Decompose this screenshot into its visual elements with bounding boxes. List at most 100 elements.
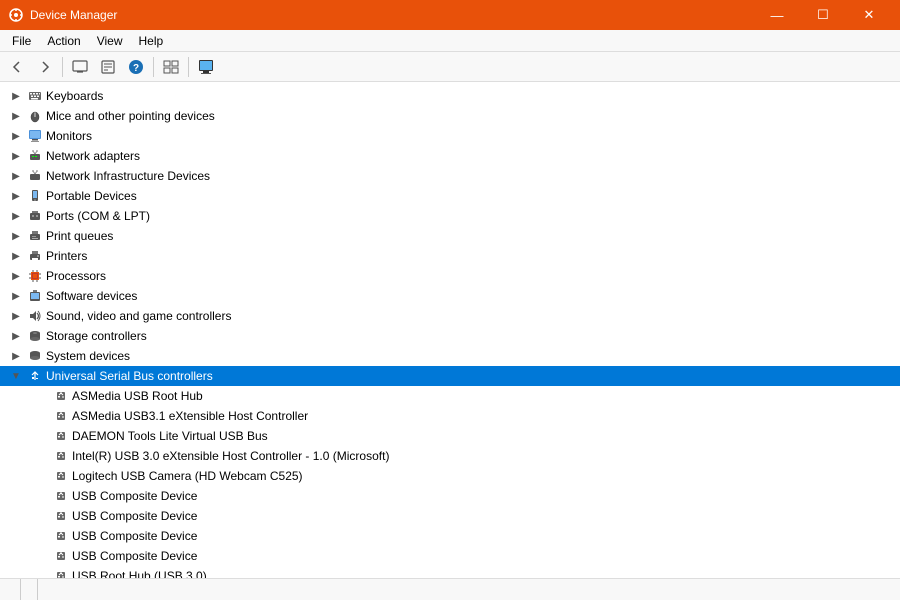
- tree-item-usb-ext[interactable]: ASMedia USB3.1 eXtensible Host Controlle…: [0, 406, 900, 426]
- toolbar: ?: [0, 52, 900, 82]
- expand-icon[interactable]: ▶: [8, 88, 24, 104]
- view-button[interactable]: [158, 55, 184, 79]
- printers-icon: [27, 248, 43, 264]
- tree-item-storage[interactable]: ▶ Storage controllers: [0, 326, 900, 346]
- keyboards-icon: [27, 88, 43, 104]
- ports-icon: [27, 208, 43, 224]
- computer-icon-button[interactable]: [67, 55, 93, 79]
- storage-label: Storage controllers: [46, 329, 147, 343]
- tree-item-portable[interactable]: ▶ Portable Devices: [0, 186, 900, 206]
- menu-action[interactable]: Action: [39, 32, 88, 50]
- ports-label: Ports (COM & LPT): [46, 209, 150, 223]
- storage-icon: [27, 328, 43, 344]
- usb-ext-label: ASMedia USB3.1 eXtensible Host Controlle…: [72, 409, 308, 423]
- expand-icon[interactable]: ▶: [8, 308, 24, 324]
- tree-item-print-queues[interactable]: ▶ Print queues: [0, 226, 900, 246]
- usb-cam-label: Logitech USB Camera (HD Webcam C525): [72, 469, 303, 483]
- forward-button[interactable]: [32, 55, 58, 79]
- status-section-2: [21, 579, 38, 600]
- tree-item-usb-root1[interactable]: ASMedia USB Root Hub: [0, 386, 900, 406]
- usb-child-icon-5: [53, 468, 69, 484]
- tree-item-usb-comp1[interactable]: USB Composite Device: [0, 486, 900, 506]
- software-devices-label: Software devices: [46, 289, 137, 303]
- menu-help[interactable]: Help: [131, 32, 172, 50]
- tree-item-network-infra[interactable]: ▶ Network Infrastructure Devices: [0, 166, 900, 186]
- tree-item-processors[interactable]: ▶ Processors: [0, 266, 900, 286]
- properties-button[interactable]: [95, 55, 121, 79]
- usb-child-icon-9: [53, 548, 69, 564]
- usb-child-icon-10: [53, 568, 69, 578]
- usb-child-icon-3: [53, 428, 69, 444]
- tree-item-printers[interactable]: ▶ Printers: [0, 246, 900, 266]
- usb-label: Universal Serial Bus controllers: [46, 369, 213, 383]
- usb-child-icon-6: [53, 488, 69, 504]
- print-queues-label: Print queues: [46, 229, 113, 243]
- expand-icon[interactable]: ▶: [8, 348, 24, 364]
- tree-item-usb-intel[interactable]: Intel(R) USB 3.0 eXtensible Host Control…: [0, 446, 900, 466]
- title-bar: Device Manager — ☐ ✕: [0, 0, 900, 30]
- sound-icon: [27, 308, 43, 324]
- tree-item-network-adapters[interactable]: ▶ Network adapters: [0, 146, 900, 166]
- tree-item-usb-root2[interactable]: USB Root Hub (USB 3.0): [0, 566, 900, 578]
- sound-label: Sound, video and game controllers: [46, 309, 231, 323]
- status-section-3: [38, 579, 896, 600]
- expand-icon[interactable]: ▶: [8, 288, 24, 304]
- usb-child-icon-2: [53, 408, 69, 424]
- print-queues-icon: [27, 228, 43, 244]
- printers-label: Printers: [46, 249, 87, 263]
- monitor-button[interactable]: [193, 55, 219, 79]
- menu-view[interactable]: View: [89, 32, 131, 50]
- expand-icon[interactable]: ▶: [8, 128, 24, 144]
- tree-item-ports[interactable]: ▶ Ports (COM & LPT): [0, 206, 900, 226]
- tree-item-usb-cam[interactable]: Logitech USB Camera (HD Webcam C525): [0, 466, 900, 486]
- expand-icon[interactable]: ▶: [8, 188, 24, 204]
- network-adapters-label: Network adapters: [46, 149, 140, 163]
- monitors-icon: [27, 128, 43, 144]
- software-devices-icon: [27, 288, 43, 304]
- portable-label: Portable Devices: [46, 189, 137, 203]
- back-button[interactable]: [4, 55, 30, 79]
- usb-child-icon-4: [53, 448, 69, 464]
- tree-item-usb-comp2[interactable]: USB Composite Device: [0, 506, 900, 526]
- menu-file[interactable]: File: [4, 32, 39, 50]
- tree-item-monitors[interactable]: ▶ Monitors: [0, 126, 900, 146]
- expand-icon[interactable]: ▶: [8, 228, 24, 244]
- toolbar-sep-1: [62, 57, 63, 77]
- device-tree[interactable]: ▶ Keyboards ▶: [0, 82, 900, 578]
- maximize-button[interactable]: ☐: [800, 0, 846, 30]
- tree-item-mice[interactable]: ▶ Mice and other pointing devices: [0, 106, 900, 126]
- network-infra-icon: [27, 168, 43, 184]
- minimize-button[interactable]: —: [754, 0, 800, 30]
- usb-child-icon-7: [53, 508, 69, 524]
- tree-item-usb-daemon[interactable]: DAEMON Tools Lite Virtual USB Bus: [0, 426, 900, 446]
- help-button[interactable]: ?: [123, 55, 149, 79]
- tree-item-usb-comp3[interactable]: USB Composite Device: [0, 526, 900, 546]
- expand-icon[interactable]: ▶: [8, 168, 24, 184]
- usb-root1-label: ASMedia USB Root Hub: [72, 389, 203, 403]
- tree-item-software-devices[interactable]: ▶ Software devices: [0, 286, 900, 306]
- expand-usb-icon[interactable]: ▼: [8, 368, 24, 384]
- toolbar-sep-3: [188, 57, 189, 77]
- window-title: Device Manager: [30, 8, 754, 22]
- network-adapters-icon: [27, 148, 43, 164]
- usb-comp3-label: USB Composite Device: [72, 529, 197, 543]
- mice-label: Mice and other pointing devices: [46, 109, 215, 123]
- close-button[interactable]: ✕: [846, 0, 892, 30]
- keyboards-label: Keyboards: [46, 89, 103, 103]
- tree-item-keyboards[interactable]: ▶ Keyboards: [0, 86, 900, 106]
- toolbar-sep-2: [153, 57, 154, 77]
- tree-item-sound[interactable]: ▶ Sound, video and game controllers: [0, 306, 900, 326]
- system-devices-label: System devices: [46, 349, 130, 363]
- expand-icon[interactable]: ▶: [8, 208, 24, 224]
- tree-item-usb[interactable]: ▼ Universal Serial Bus controllers: [0, 366, 900, 386]
- expand-icon[interactable]: ▶: [8, 328, 24, 344]
- expand-icon[interactable]: ▶: [8, 148, 24, 164]
- tree-item-system-devices[interactable]: ▶ System devices: [0, 346, 900, 366]
- expand-icon[interactable]: ▶: [8, 268, 24, 284]
- expand-icon[interactable]: ▶: [8, 108, 24, 124]
- usb-comp2-label: USB Composite Device: [72, 509, 197, 523]
- system-devices-icon: [27, 348, 43, 364]
- tree-item-usb-comp4[interactable]: USB Composite Device: [0, 546, 900, 566]
- expand-icon[interactable]: ▶: [8, 248, 24, 264]
- mice-icon: [27, 108, 43, 124]
